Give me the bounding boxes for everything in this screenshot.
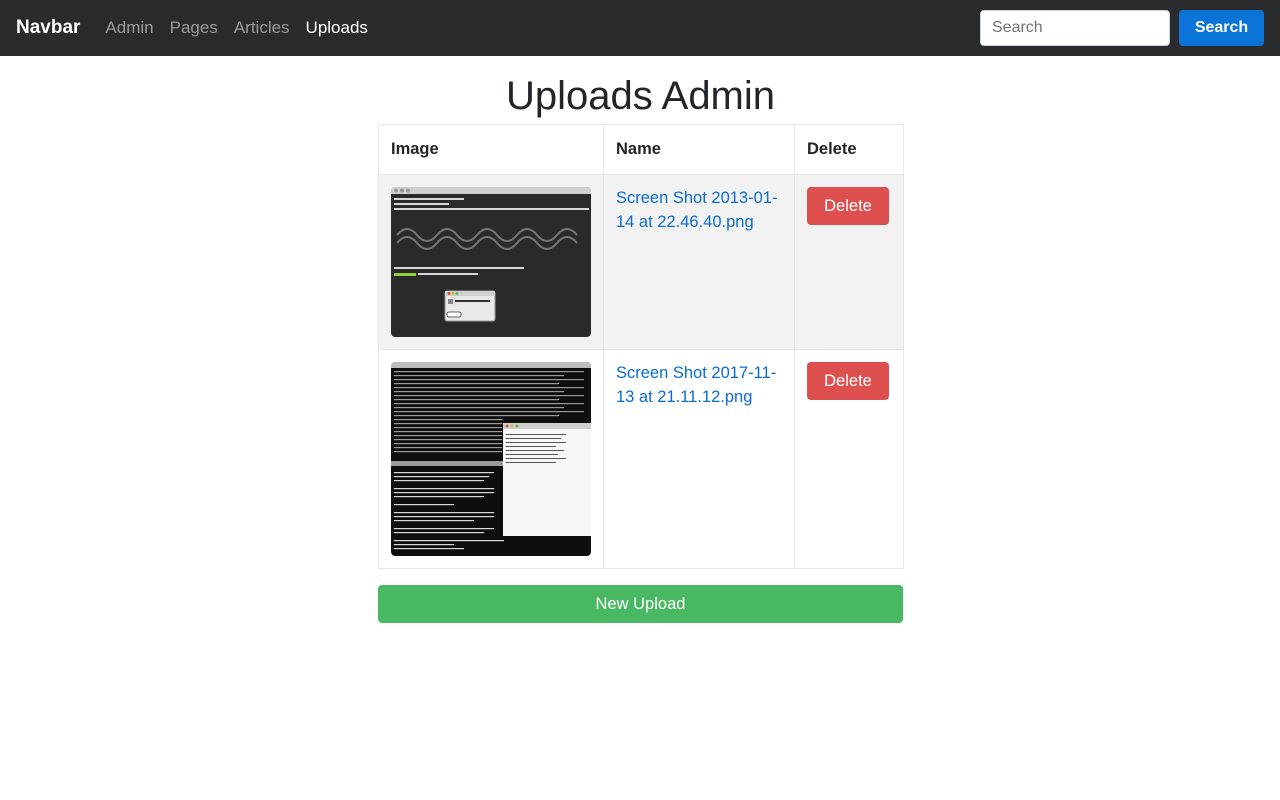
main-content: Uploads Admin Image Name Delete Screen S… [378,72,904,623]
nav-link-articles[interactable]: Articles [234,18,290,38]
delete-cell: Delete [794,349,904,569]
image-cell [378,349,604,569]
delete-button[interactable]: Delete [807,362,889,400]
nav-link-uploads[interactable]: Uploads [306,18,368,38]
upload-name-link[interactable]: Screen Shot 2017-11-13 at 21.11.12.png [616,361,782,409]
column-header-delete: Delete [794,124,904,175]
navbar-brand[interactable]: Navbar [16,17,80,39]
delete-button[interactable]: Delete [807,187,889,225]
search-input[interactable] [980,10,1170,46]
table-row: Screen Shot 2017-11-13 at 21.11.12.png D… [378,349,904,569]
search-button[interactable]: Search [1179,10,1264,46]
table-row: Screen Shot 2013-01-14 at 22.46.40.png D… [378,174,904,350]
name-cell: Screen Shot 2013-01-14 at 22.46.40.png [603,174,795,350]
table-header-row: Image Name Delete [378,124,904,175]
nav-link-admin[interactable]: Admin [105,18,153,38]
column-header-name: Name [603,124,795,175]
new-upload-button[interactable]: New Upload [378,585,903,623]
upload-thumbnail-image[interactable] [391,362,591,556]
name-cell: Screen Shot 2017-11-13 at 21.11.12.png [603,349,795,569]
navbar-search-form: Search [980,10,1264,46]
delete-cell: Delete [794,174,904,350]
page-title: Uploads Admin [505,74,776,118]
column-header-image: Image [378,124,604,175]
upload-thumbnail-image[interactable] [391,187,591,337]
image-cell [378,174,604,350]
navbar: Navbar Admin Pages Articles Uploads Sear… [0,0,1280,56]
nav-link-pages[interactable]: Pages [170,18,218,38]
uploads-table: Image Name Delete Screen Shot 2013-01-14… [378,124,904,569]
upload-name-link[interactable]: Screen Shot 2013-01-14 at 22.46.40.png [616,186,782,234]
